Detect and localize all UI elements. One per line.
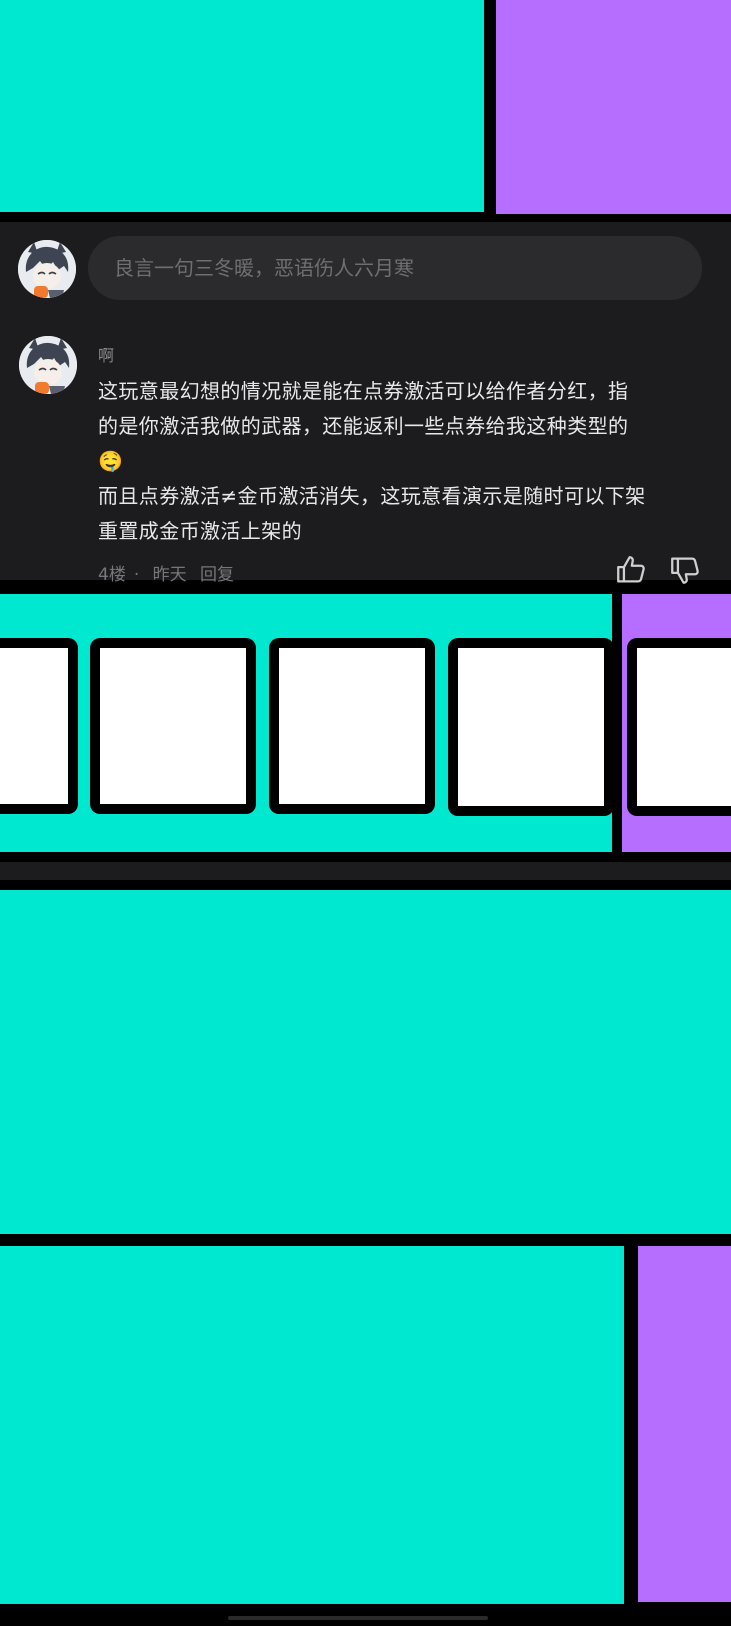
comment-body: 这玩意最幻想的情况就是能在点券激活可以给作者分红，指 的是你激活我做的武器，还能… bbox=[98, 374, 718, 549]
redacted-block-top-right bbox=[496, 0, 731, 214]
comment-line: 重置成金币激活上架的 bbox=[98, 519, 302, 543]
thumbnail-card[interactable] bbox=[269, 638, 435, 814]
avatar-illustration bbox=[19, 336, 77, 394]
emoji-drool: 🤤 bbox=[98, 449, 124, 473]
redacted-block-bottom-left bbox=[0, 1246, 624, 1604]
section-divider bbox=[0, 862, 731, 880]
avatar-illustration bbox=[18, 240, 76, 298]
redacted-block-bottom-right bbox=[638, 1246, 731, 1602]
thumbs-down-icon[interactable] bbox=[668, 553, 702, 587]
reply-button[interactable]: 回复 bbox=[200, 565, 234, 585]
floor-number: 4楼 bbox=[98, 565, 126, 585]
thumbnail-card[interactable] bbox=[448, 638, 614, 816]
comment-input[interactable]: 良言一句三冬暖，恶语伤人六月寒 bbox=[88, 236, 702, 300]
redacted-block-lower bbox=[0, 890, 731, 1234]
comment-time: 昨天 bbox=[152, 565, 187, 585]
comment-username[interactable]: 啊 bbox=[98, 342, 114, 366]
comment-panel: 良言一句三冬暖，恶语伤人六月寒 啊 这玩意最幻想的情况就是能在点券激活可以给作者… bbox=[0, 222, 731, 585]
comment-line: 的是你激活我做的武器，还能返利一些点券给我这种类型的 bbox=[98, 414, 629, 438]
comment-line: 而且点券激活≠金币激活消失，这玩意看演示是随时可以下架 bbox=[98, 484, 646, 508]
comment-meta: 4楼 · 昨天 回复 bbox=[98, 560, 242, 585]
thumbs-up-icon[interactable] bbox=[614, 553, 648, 587]
comment-input-placeholder: 良言一句三冬暖，恶语伤人六月寒 bbox=[114, 256, 414, 280]
home-indicator[interactable] bbox=[228, 1616, 488, 1620]
current-user-avatar[interactable] bbox=[18, 240, 76, 298]
thumbnail-card[interactable] bbox=[627, 638, 731, 816]
thumbnail-card[interactable] bbox=[0, 638, 78, 814]
comment-line: 这玩意最幻想的情况就是能在点券激活可以给作者分红，指 bbox=[98, 379, 629, 403]
meta-separator: · bbox=[133, 565, 140, 585]
redacted-block-top-left bbox=[0, 0, 484, 212]
commenter-avatar[interactable] bbox=[19, 336, 77, 394]
thumbnail-card[interactable] bbox=[90, 638, 256, 814]
